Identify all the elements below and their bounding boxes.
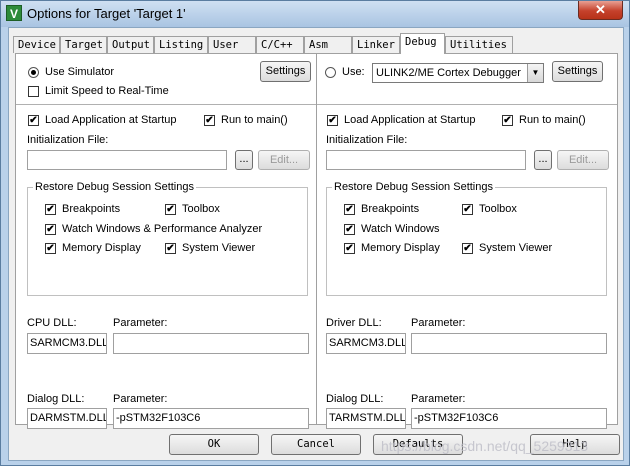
tab-user[interactable]: User xyxy=(208,36,256,53)
right-breakpoints-checkbox[interactable]: ✔ xyxy=(344,204,355,215)
load-app-label: Load Application at Startup xyxy=(45,114,177,126)
watermark-text: https://blog.csdn.net/qq_5259313 xyxy=(381,438,589,454)
separator xyxy=(16,104,316,105)
run-to-main-label: Run to main() xyxy=(221,114,288,126)
system-viewer-label: System Viewer xyxy=(182,242,256,254)
driver-param-input[interactable] xyxy=(411,333,607,354)
driver-dll-input[interactable]: SARMCM3.DLL xyxy=(326,333,406,354)
right-memory-display-checkbox[interactable]: ✔ xyxy=(344,243,355,254)
tab-output[interactable]: Output xyxy=(107,36,154,53)
toolbox-label: Toolbox xyxy=(182,203,220,215)
right-init-file-browse-button[interactable]: ... xyxy=(534,150,552,170)
right-toolbox-label: Toolbox xyxy=(479,203,517,215)
right-watch-windows-checkbox[interactable]: ✔ xyxy=(344,224,355,235)
breakpoints-checkbox[interactable]: ✔ xyxy=(45,204,56,215)
restore-settings-title: Restore Debug Session Settings xyxy=(33,181,196,193)
tab-debug[interactable]: Debug xyxy=(400,33,445,54)
cancel-button[interactable]: Cancel xyxy=(271,434,361,455)
right-init-file-edit-button[interactable]: Edit... xyxy=(557,150,609,170)
breakpoints-label: Breakpoints xyxy=(62,203,121,215)
right-init-file-input[interactable] xyxy=(326,150,526,170)
right-memory-display-label: Memory Display xyxy=(361,242,440,254)
right-watch-windows-label: Watch Windows xyxy=(361,223,440,235)
right-dialog-param-input[interactable]: -pSTM32F103C6 xyxy=(411,408,607,429)
toolbox-checkbox[interactable]: ✔ xyxy=(165,204,176,215)
debugger-select-value: ULINK2/ME Cortex Debugger xyxy=(376,67,521,79)
right-system-viewer-label: System Viewer xyxy=(479,242,553,254)
init-file-browse-button[interactable]: ... xyxy=(235,150,253,170)
right-breakpoints-label: Breakpoints xyxy=(361,203,420,215)
dialog-dll-label: Dialog DLL: xyxy=(27,393,85,405)
memory-display-checkbox[interactable]: ✔ xyxy=(45,243,56,254)
tab-asm[interactable]: Asm xyxy=(304,36,352,53)
watch-windows-label: Watch Windows & Performance Analyzer xyxy=(62,223,263,235)
tab-listing[interactable]: Listing xyxy=(154,36,208,53)
limit-speed-checkbox[interactable] xyxy=(28,86,39,97)
app-icon: V xyxy=(6,5,22,21)
options-dialog: V Options for Target 'Target 1' ✕ Device… xyxy=(0,0,630,466)
system-viewer-checkbox[interactable]: ✔ xyxy=(165,243,176,254)
right-toolbox-checkbox[interactable]: ✔ xyxy=(462,204,473,215)
close-button[interactable]: ✕ xyxy=(578,1,623,20)
right-restore-settings-title: Restore Debug Session Settings xyxy=(332,181,495,193)
driver-dll-label: Driver DLL: xyxy=(326,317,382,329)
separator xyxy=(317,104,617,105)
limit-speed-label: Limit Speed to Real-Time xyxy=(45,85,169,97)
watch-windows-checkbox[interactable]: ✔ xyxy=(45,224,56,235)
right-load-app-checkbox[interactable]: ✔ xyxy=(327,115,338,126)
right-load-app-label: Load Application at Startup xyxy=(344,114,476,126)
debugger-select[interactable]: ULINK2/ME Cortex Debugger ▼ xyxy=(372,63,544,83)
dialog-dll-input[interactable]: DARMSTM.DLL xyxy=(27,408,107,429)
right-dialog-dll-input[interactable]: TARMSTM.DLL xyxy=(326,408,406,429)
right-run-to-main-label: Run to main() xyxy=(519,114,586,126)
tab-target[interactable]: Target xyxy=(60,36,107,53)
driver-param-label: Parameter: xyxy=(411,317,466,329)
init-file-label: Initialization File: xyxy=(27,134,109,146)
dialog-client: Device Target Output Listing User C/C++ … xyxy=(8,27,624,461)
debugger-settings-button[interactable]: Settings xyxy=(552,61,603,82)
tab-utilities[interactable]: Utilities xyxy=(445,36,513,53)
init-file-input[interactable] xyxy=(27,150,227,170)
window-title: Options for Target 'Target 1' xyxy=(27,6,186,21)
init-file-edit-button[interactable]: Edit... xyxy=(258,150,310,170)
tab-device[interactable]: Device xyxy=(13,36,60,53)
cpu-param-input[interactable] xyxy=(113,333,309,354)
ok-button[interactable]: OK xyxy=(169,434,259,455)
right-system-viewer-checkbox[interactable]: ✔ xyxy=(462,243,473,254)
use-simulator-label: Use Simulator xyxy=(45,66,115,78)
right-dialog-dll-label: Dialog DLL: xyxy=(326,393,384,405)
simulator-settings-button[interactable]: Settings xyxy=(260,61,311,82)
tab-c-cpp[interactable]: C/C++ xyxy=(256,36,304,53)
debug-panel: Use Simulator Settings Limit Speed to Re… xyxy=(15,53,618,429)
right-dialog-param-label: Parameter: xyxy=(411,393,466,405)
use-debugger-radio[interactable] xyxy=(325,67,336,78)
load-app-checkbox[interactable]: ✔ xyxy=(28,115,39,126)
column-divider xyxy=(316,54,317,424)
right-run-to-main-checkbox[interactable]: ✔ xyxy=(502,115,513,126)
cpu-dll-input[interactable]: SARMCM3.DLL xyxy=(27,333,107,354)
chevron-down-icon[interactable]: ▼ xyxy=(527,64,543,82)
dialog-param-label: Parameter: xyxy=(113,393,168,405)
right-init-file-label: Initialization File: xyxy=(326,134,408,146)
cpu-dll-label: CPU DLL: xyxy=(27,317,77,329)
tab-linker[interactable]: Linker xyxy=(352,36,400,53)
use-label: Use: xyxy=(342,66,365,78)
use-simulator-radio[interactable] xyxy=(28,67,39,78)
dialog-param-input[interactable]: -pSTM32F103C6 xyxy=(113,408,309,429)
title-bar[interactable]: V Options for Target 'Target 1' ✕ xyxy=(1,1,629,27)
run-to-main-checkbox[interactable]: ✔ xyxy=(204,115,215,126)
memory-display-label: Memory Display xyxy=(62,242,141,254)
cpu-param-label: Parameter: xyxy=(113,317,168,329)
